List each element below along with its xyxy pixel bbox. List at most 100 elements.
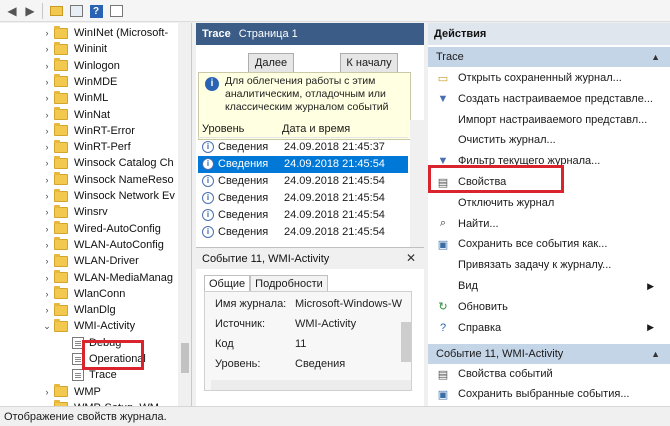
event-list-scrollbar[interactable]: [410, 120, 424, 250]
tree-item[interactable]: › Winsock Catalog Ch: [0, 155, 178, 171]
folder-icon: [54, 41, 68, 55]
chevron-right-icon[interactable]: ›: [40, 126, 54, 136]
chevron-right-icon[interactable]: ›: [40, 93, 54, 103]
action-item[interactable]: ▼ Создать настраиваемое представле...: [428, 89, 670, 109]
table-row[interactable]: i Сведения 24.09.2018 21:45:54: [198, 173, 408, 190]
tree-item[interactable]: › WinRT-Error: [0, 123, 178, 139]
col-level[interactable]: Уровень: [198, 123, 282, 135]
action-item[interactable]: Привязать задачу к журналу...: [428, 255, 670, 275]
action-item[interactable]: Вид ▶: [428, 276, 670, 296]
tree-item[interactable]: › Winsock Network Ev: [0, 188, 178, 204]
tree-item[interactable]: › Winsock NameReso: [0, 172, 178, 188]
blank-icon: [436, 196, 450, 210]
action-label: Привязать задачу к журналу...: [458, 259, 612, 272]
table-row[interactable]: i Сведения 24.09.2018 21:45:54: [198, 207, 408, 224]
blank-icon: [436, 133, 450, 147]
tree-item[interactable]: › WinNat: [0, 107, 178, 123]
chevron-right-icon[interactable]: ›: [40, 77, 54, 87]
tree-item[interactable]: › WMP: [0, 384, 178, 400]
action-item[interactable]: Очистить журнал...: [428, 130, 670, 150]
action-item[interactable]: ▣ Сохранить все события как...: [428, 234, 670, 254]
log-icon: [72, 369, 84, 382]
tree-item[interactable]: › WinML: [0, 90, 178, 106]
info-level-icon: i: [202, 192, 214, 205]
tree-scroll-thumb[interactable]: [181, 343, 189, 373]
chevron-right-icon[interactable]: ›: [40, 224, 54, 234]
close-icon[interactable]: ✕: [406, 251, 416, 265]
tree-item[interactable]: › WlanDlg: [0, 302, 178, 318]
tree-item[interactable]: › Winsrv: [0, 204, 178, 220]
chevron-right-icon[interactable]: ›: [40, 305, 54, 315]
chevron-right-icon[interactable]: ›: [40, 142, 54, 152]
action-label: Сохранить выбранные события...: [458, 388, 630, 400]
action-item[interactable]: ? Справка ▶: [428, 318, 670, 338]
page-label: Страница 1: [238, 28, 298, 40]
tree-item-label: WinMDE: [74, 75, 118, 88]
tree-item[interactable]: › WinINet (Microsoft-: [0, 25, 178, 41]
tree-item[interactable]: › Wired-AutoConfig: [0, 221, 178, 237]
cell-datetime: 24.09.2018 21:45:37: [284, 141, 385, 154]
chevron-down-icon[interactable]: ⌄: [40, 321, 54, 332]
chevron-right-icon[interactable]: ›: [40, 273, 54, 283]
info-icon: i: [205, 77, 219, 91]
tree-item[interactable]: › WinRT-Perf: [0, 139, 178, 155]
tree-item[interactable]: › WLAN-Driver: [0, 253, 178, 269]
chevron-right-icon[interactable]: ›: [40, 175, 54, 185]
to-start-button[interactable]: К началу: [340, 53, 398, 73]
tree-item[interactable]: › WLAN-MediaManag: [0, 270, 178, 286]
table-row[interactable]: i Сведения 24.09.2018 21:45:37: [198, 139, 408, 156]
actions-section-event[interactable]: Событие 11, WMI-Activity ▲: [428, 344, 670, 364]
action-item[interactable]: ▤ Свойства событий: [428, 364, 670, 384]
action-item[interactable]: ▣ Сохранить выбранные события...: [428, 384, 670, 404]
find-icon: ⌕: [439, 217, 447, 230]
col-datetime[interactable]: Дата и время: [282, 123, 392, 135]
tree-item[interactable]: › Winlogon: [0, 58, 178, 74]
chevron-right-icon[interactable]: ›: [40, 387, 54, 397]
info-level-icon: i: [202, 141, 214, 154]
tree-scrollbar[interactable]: [178, 23, 191, 406]
table-row[interactable]: i Сведения 24.09.2018 21:45:54: [198, 224, 408, 241]
tree-item-label: WMP: [74, 385, 101, 398]
cell-level: Сведения: [218, 226, 269, 239]
tree-item[interactable]: › WlanConn: [0, 286, 178, 302]
chevron-right-icon[interactable]: ›: [40, 240, 54, 250]
collapse-icon[interactable]: ▲: [651, 52, 660, 62]
action-item[interactable]: ▭ Открыть сохраненный журнал...: [428, 68, 670, 88]
tree-item[interactable]: › WinMDE: [0, 74, 178, 90]
cell-level: Сведения: [218, 209, 269, 222]
open-folder-icon: ▭: [437, 72, 449, 85]
chevron-right-icon[interactable]: ›: [40, 289, 54, 299]
action-item[interactable]: ↻ Обновить: [428, 297, 670, 317]
next-page-button[interactable]: Далее: [248, 53, 294, 73]
up-folder-icon[interactable]: [48, 3, 64, 19]
chevron-right-icon[interactable]: ›: [40, 110, 54, 120]
chevron-right-icon[interactable]: ›: [40, 191, 54, 201]
properties-icon[interactable]: [108, 3, 124, 19]
action-item[interactable]: Импорт настраиваемого представл...: [428, 110, 670, 130]
table-row[interactable]: i Сведения 24.09.2018 21:45:54: [198, 190, 408, 207]
chevron-right-icon[interactable]: ›: [40, 158, 54, 168]
folder-icon: [54, 107, 68, 120]
tree-item[interactable]: ⌄ WMI-Activity: [0, 318, 178, 334]
action-item[interactable]: Отключить журнал: [428, 193, 670, 213]
actions-section-trace[interactable]: Trace ▲: [428, 47, 670, 67]
detail-hscrollbar[interactable]: [211, 380, 411, 390]
help-icon[interactable]: ?: [88, 3, 104, 19]
tree-item[interactable]: › Wininit: [0, 41, 178, 57]
tree-item-label: WlanDlg: [74, 304, 116, 317]
show-hide-icon[interactable]: [68, 3, 84, 19]
chevron-right-icon[interactable]: ›: [40, 28, 54, 38]
section-label: Событие 11, WMI-Activity: [436, 348, 564, 360]
detail-label: Источник:: [215, 318, 266, 330]
cell-datetime: 24.09.2018 21:45:54: [284, 175, 385, 188]
action-item[interactable]: ⌕ Найти...: [428, 214, 670, 234]
collapse-icon[interactable]: ▲: [651, 349, 660, 359]
tree-item[interactable]: › WLAN-AutoConfig: [0, 237, 178, 253]
table-row[interactable]: i Сведения 24.09.2018 21:45:54: [198, 156, 408, 173]
forward-icon[interactable]: ▶: [22, 3, 38, 19]
chevron-right-icon[interactable]: ›: [40, 256, 54, 266]
back-icon[interactable]: ◀: [4, 3, 20, 19]
chevron-right-icon[interactable]: ›: [40, 61, 54, 71]
chevron-right-icon[interactable]: ›: [40, 44, 54, 54]
chevron-right-icon[interactable]: ›: [40, 207, 54, 217]
